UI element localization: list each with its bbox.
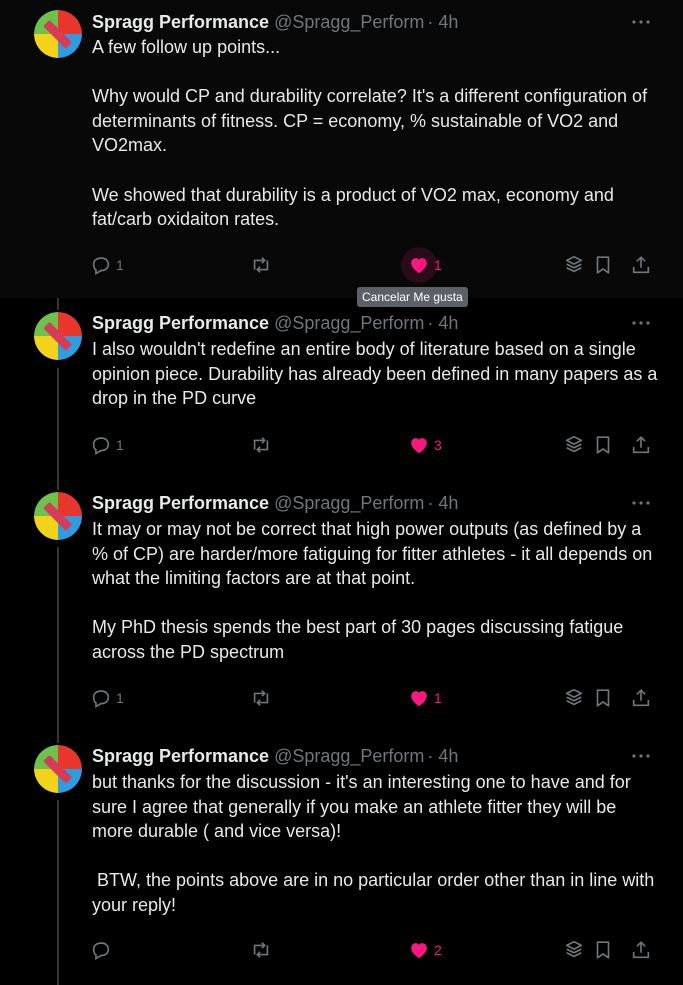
tweet-actions: 1 1 [90,247,660,283]
bookmark-icon [596,941,610,959]
views-button[interactable] [563,936,585,964]
avatar-logo-icon [34,10,82,58]
like-count: 1 [434,690,442,706]
heart-filled-icon [411,438,427,454]
like-count: 3 [434,437,442,453]
share-icon [632,436,650,454]
retweet-button[interactable] [250,431,272,459]
retweet-button[interactable] [250,684,272,712]
reply-button[interactable]: 1 [90,431,124,459]
grok-stack-icon [565,255,583,273]
tweet-header: Spragg Performance @Spragg_Perform · 4h [92,10,458,34]
tweet[interactable]: Spragg Performance @Spragg_Perform · 4h … [0,733,683,985]
tweet-header: Spragg Performance @Spragg_Perform · 4h [92,744,458,768]
share-button[interactable] [630,431,652,459]
reply-count: 1 [116,690,124,706]
avatar-logo-icon [34,745,82,793]
display-name[interactable]: Spragg Performance [92,12,269,33]
heart-filled-icon [411,943,427,959]
retweet-icon [253,257,269,273]
bookmark-button[interactable] [592,936,614,964]
retweet-icon [253,690,269,706]
heart-filled-icon [411,691,427,707]
share-button[interactable] [630,684,652,712]
avatar[interactable] [34,312,82,360]
tweet-actions: 1 3 [90,431,660,459]
bookmark-button[interactable] [592,431,614,459]
views-button[interactable] [563,684,585,712]
more-options-icon[interactable] [629,493,653,513]
reply-icon [92,437,110,455]
share-icon [632,941,650,959]
user-handle[interactable]: @Spragg_Perform [274,746,424,767]
tweet-actions: 2 [90,936,660,964]
retweet-icon [253,942,269,958]
tweet-header: Spragg Performance @Spragg_Perform · 4h [92,311,458,335]
user-handle[interactable]: @Spragg_Perform [274,493,424,514]
retweet-button[interactable] [250,936,272,964]
bookmark-icon [596,689,610,707]
like-button[interactable]: 2 [408,936,442,964]
bookmark-button[interactable] [592,684,614,712]
user-handle[interactable]: @Spragg_Perform [274,313,424,334]
views-button[interactable] [563,431,585,459]
like-count: 2 [434,942,442,958]
more-options-icon[interactable] [629,746,653,766]
avatar[interactable] [34,745,82,793]
reply-icon [92,942,110,960]
timestamp[interactable]: · 4h [427,313,458,334]
like-button[interactable]: 3 [408,431,442,459]
like-button[interactable]: 1 [408,684,442,712]
grok-stack-icon [565,940,583,958]
reply-button[interactable] [90,936,116,964]
timestamp[interactable]: · 4h [427,12,458,33]
views-button[interactable] [563,251,585,279]
user-handle[interactable]: @Spragg_Perform [274,12,424,33]
bookmark-icon [596,256,610,274]
reply-icon [92,257,110,275]
share-button[interactable] [630,936,652,964]
timestamp[interactable]: · 4h [427,493,458,514]
tweet-header: Spragg Performance @Spragg_Perform · 4h [92,491,458,515]
reply-button[interactable]: 1 [90,251,124,279]
timestamp[interactable]: · 4h [427,746,458,767]
tweet[interactable]: Spragg Performance @Spragg_Perform · 4h … [0,0,683,298]
tweet[interactable]: Spragg Performance @Spragg_Perform · 4h … [0,300,683,480]
retweet-button[interactable] [250,251,272,279]
share-icon [632,256,650,274]
tweet-text: but thanks for the discussion - it's an … [92,772,655,915]
reply-button[interactable]: 1 [90,684,124,712]
avatar-logo-icon [34,492,82,540]
tweet-actions: 1 1 [90,684,660,712]
avatar[interactable] [34,10,82,58]
display-name[interactable]: Spragg Performance [92,493,269,514]
more-options-icon[interactable] [629,12,653,32]
reply-icon [92,690,110,708]
heart-filled-icon [411,258,427,274]
avatar-logo-icon [34,312,82,360]
tweet[interactable]: Spragg Performance @Spragg_Perform · 4h … [0,480,683,733]
reply-count: 1 [116,437,124,453]
avatar[interactable] [34,492,82,540]
retweet-icon [253,437,269,453]
grok-stack-icon [565,688,583,706]
reply-count: 1 [116,257,124,273]
tweet-text: It may or may not be correct that high p… [92,519,653,662]
more-options-icon[interactable] [629,313,653,333]
share-button[interactable] [630,251,652,279]
like-button[interactable]: 1 [401,247,442,283]
tweet-text: I also wouldn't redefine an entire body … [92,339,663,409]
tweet-text: A few follow up points... Why would CP a… [92,37,648,230]
like-count: 1 [434,257,442,273]
display-name[interactable]: Spragg Performance [92,746,269,767]
grok-stack-icon [565,435,583,453]
bookmark-button[interactable] [592,251,614,279]
bookmark-icon [596,436,610,454]
display-name[interactable]: Spragg Performance [92,313,269,334]
share-icon [632,689,650,707]
